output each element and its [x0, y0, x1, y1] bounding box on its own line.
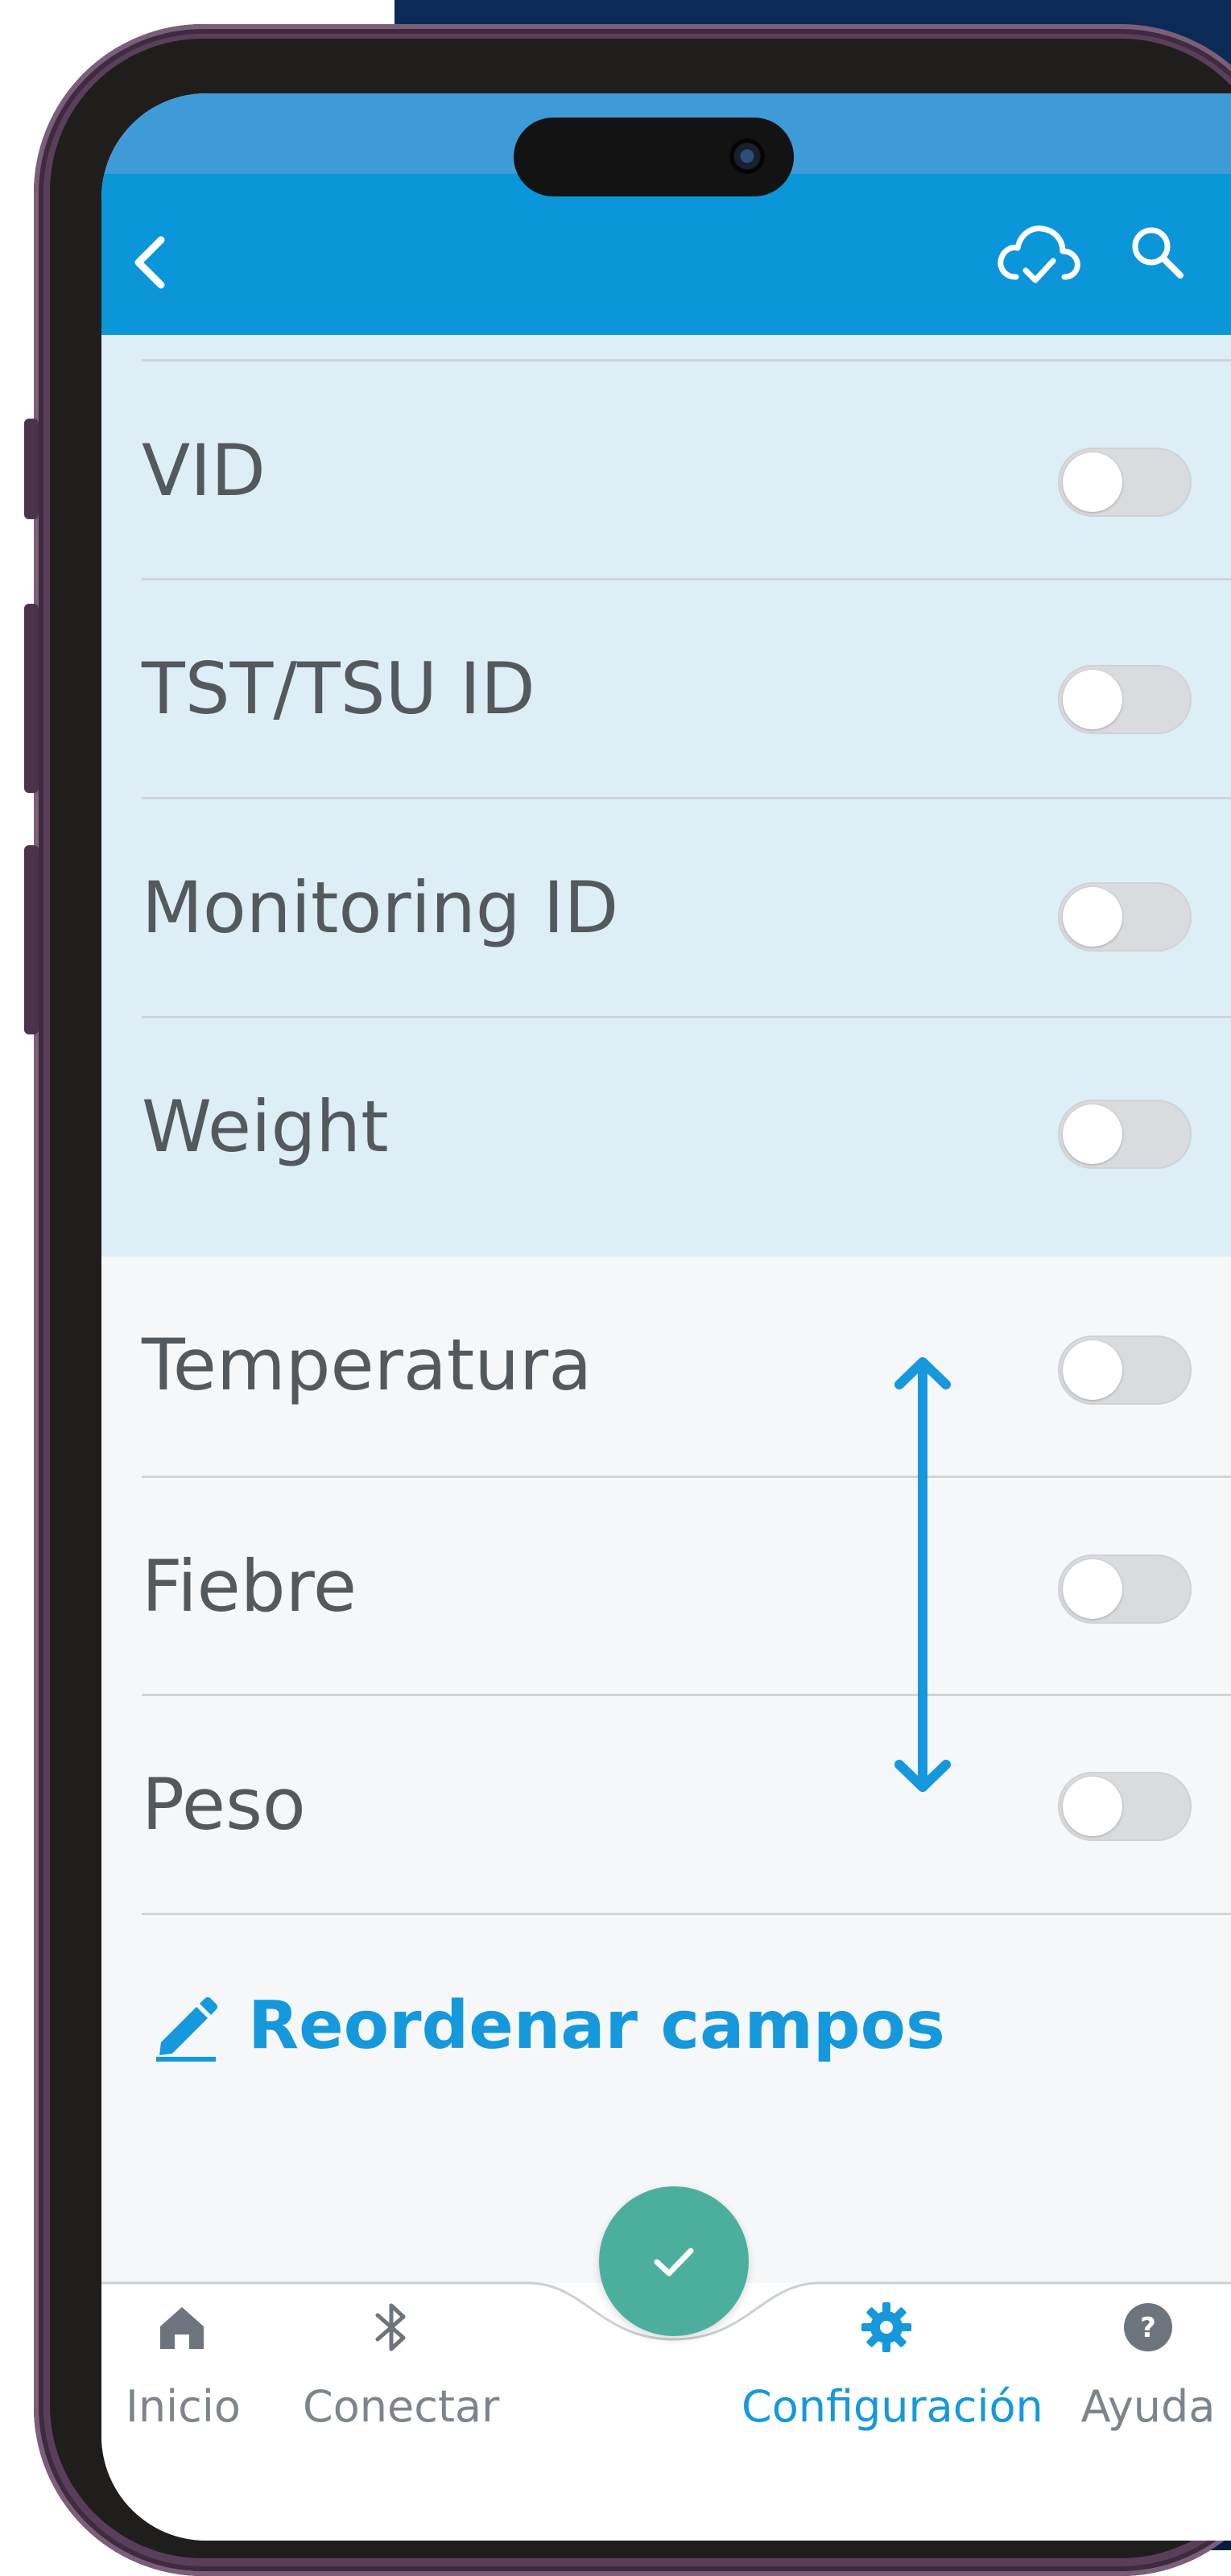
toggle-vid[interactable] — [1058, 448, 1192, 517]
toggle-knob — [1063, 452, 1122, 512]
toggle-fiebre[interactable] — [1058, 1554, 1192, 1624]
phone-side-button — [24, 845, 39, 1034]
field-label: Temperatura — [142, 1323, 593, 1406]
chevron-left-icon[interactable] — [126, 230, 174, 295]
help-icon: ? — [1124, 2303, 1172, 2351]
camera-icon — [729, 138, 765, 174]
search-icon[interactable] — [1126, 221, 1190, 285]
nav-item-configuracion[interactable]: Configuración — [741, 2299, 1043, 2432]
dynamic-island — [514, 118, 794, 196]
app-screen: VID TST/TSU ID Monitoring ID Weight Temp… — [101, 93, 1231, 2541]
toggle-knob — [1063, 1559, 1122, 1619]
nav-label: Inicio — [126, 2381, 241, 2432]
toggle-knob — [1063, 1104, 1122, 1164]
field-label: VID — [142, 429, 266, 512]
toggle-knob — [1063, 670, 1122, 729]
reorder-fields-button[interactable]: Reordenar campos — [150, 1977, 945, 2074]
reorder-drag-arrow-icon — [894, 1357, 951, 1792]
field-label: Fiebre — [142, 1545, 357, 1628]
svg-text:?: ? — [1140, 2312, 1156, 2344]
home-icon — [160, 2307, 204, 2349]
toggle-peso[interactable] — [1058, 1772, 1192, 1841]
toggle-monitoring-id[interactable] — [1058, 882, 1192, 952]
toggle-knob — [1063, 1340, 1122, 1400]
field-label: TST/TSU ID — [142, 647, 535, 730]
toggle-weight[interactable] — [1058, 1100, 1192, 1169]
pencil-icon — [156, 1997, 217, 2062]
divider — [142, 1913, 1231, 1915]
phone-side-button — [24, 604, 39, 793]
nav-label: Configuración — [741, 2381, 1043, 2432]
divider — [142, 359, 1231, 361]
gear-icon — [861, 2302, 911, 2352]
bluetooth-icon — [375, 2303, 406, 2351]
reorder-fields-label: Reordenar campos — [248, 1987, 945, 2064]
check-icon — [654, 2248, 694, 2277]
phone-side-button — [24, 419, 39, 519]
cloud-check-icon[interactable] — [993, 214, 1082, 295]
nav-item-inicio[interactable]: Inicio — [126, 2299, 241, 2432]
field-label: Monitoring ID — [142, 866, 619, 949]
toggle-knob — [1063, 887, 1122, 947]
confirm-button[interactable] — [599, 2186, 749, 2336]
nav-label: Ayuda — [1080, 2381, 1216, 2432]
toggle-temperatura[interactable] — [1058, 1335, 1192, 1405]
field-label: Peso — [142, 1763, 306, 1846]
toggle-tst-tsu-id[interactable] — [1058, 665, 1192, 734]
nav-item-conectar[interactable]: Conectar — [303, 2299, 500, 2432]
nav-label: Conectar — [303, 2381, 500, 2432]
field-label: Weight — [142, 1085, 389, 1168]
toggle-knob — [1063, 1777, 1122, 1836]
nav-item-ayuda[interactable]: ? Ayuda — [1068, 2299, 1229, 2432]
